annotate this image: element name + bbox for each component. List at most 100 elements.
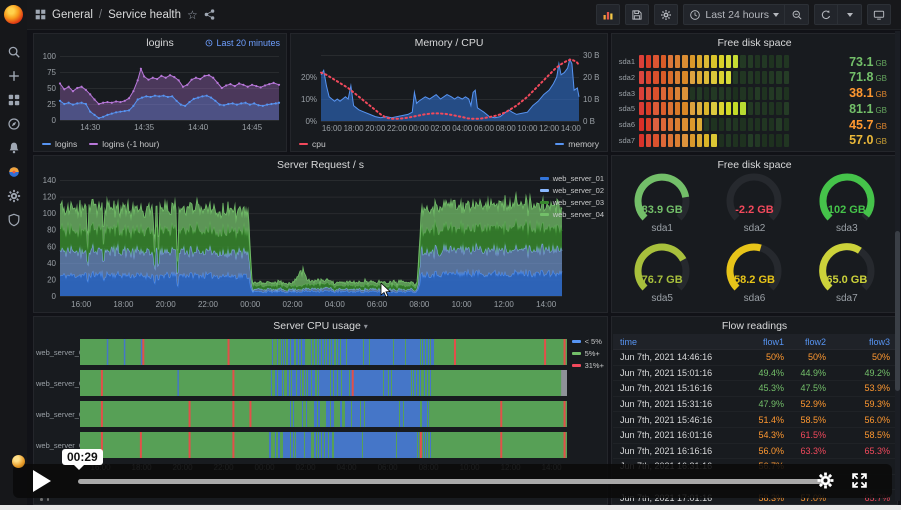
legend-item-logins (-1 hour)[interactable]: logins (-1 hour) — [89, 139, 159, 149]
cell-flow3: 58.5% — [864, 430, 890, 441]
legend-label: 5%+ — [584, 349, 600, 358]
refresh-button[interactable] — [814, 4, 838, 25]
cycle-view-button[interactable] — [867, 4, 891, 25]
memory-cpu-chart[interactable] — [295, 50, 605, 134]
timeline-row-label: web_server_01 — [36, 348, 88, 357]
breadcrumb-section[interactable]: General — [52, 9, 93, 21]
time-range-picker[interactable]: Last 24 hours — [683, 4, 785, 25]
legend-item-web_server_04[interactable]: web_server_04 — [539, 210, 604, 219]
disk-bar-cells[interactable] — [639, 70, 789, 84]
gauge-sda6[interactable]: 58.2 GB sda6 — [708, 243, 800, 313]
panel-title[interactable]: Memory / CPU — [291, 37, 607, 49]
panel-title[interactable]: Flow readings — [612, 320, 897, 332]
video-progress-bar[interactable] — [78, 479, 822, 484]
search-icon[interactable] — [6, 44, 21, 59]
cell-time: Jun 7th, 2021 15:16:16 — [620, 383, 713, 394]
server-admin-shield-icon[interactable] — [6, 212, 21, 227]
explore-compass-icon[interactable] — [6, 116, 21, 131]
share-icon[interactable] — [204, 9, 215, 20]
panel-title[interactable]: Free disk space — [612, 37, 897, 49]
legend-label: < 5% — [584, 337, 602, 346]
panel-title[interactable]: Server CPU usage ▾ — [34, 320, 607, 332]
disk-bar-value: 57.0 GB — [849, 133, 887, 148]
legend-item-web_server_03[interactable]: web_server_03 — [539, 198, 604, 207]
plugin-app-icon[interactable] — [6, 164, 21, 179]
disk-bar-label: sda2 — [618, 72, 635, 82]
disk-bar-cells[interactable] — [639, 55, 789, 68]
legend-label: web_server_03 — [552, 198, 604, 207]
configuration-gear-icon[interactable] — [6, 188, 21, 203]
legend-swatch — [571, 352, 581, 355]
scrollbar[interactable] — [895, 31, 900, 501]
gauge-sda2[interactable]: -2.2 GB sda2 — [708, 173, 800, 243]
refresh-controls — [814, 4, 862, 25]
gauge-sda3[interactable]: 102 GB sda3 — [801, 173, 893, 243]
time-range-label: Last 24 hours — [705, 8, 769, 21]
gauge-sda1[interactable]: 83.9 GB sda1 — [616, 173, 708, 243]
legend-label: web_server_01 — [552, 174, 604, 183]
panel-logins: logins Last 20 minutes logins logins (-1 … — [33, 33, 287, 152]
column-header-flow1[interactable]: flow1 — [726, 337, 784, 347]
disk-bar-cells[interactable] — [639, 86, 789, 100]
cell-flow1: 47.9% — [758, 399, 784, 410]
breadcrumb-page[interactable]: Service health — [108, 9, 181, 21]
disk-bar-cells[interactable] — [639, 102, 789, 116]
page-background-strip — [0, 505, 901, 510]
panel-memory-cpu: Memory / CPU cpu memory — [290, 33, 608, 152]
gauge-sda5[interactable]: 76.7 GB sda5 — [616, 243, 708, 313]
disk-bar-cells[interactable] — [639, 133, 789, 147]
nav-actions: Last 24 hours — [596, 4, 891, 25]
star-icon[interactable]: ☆ — [187, 8, 198, 22]
table-row: Jun 7th, 2021 15:31:16 47.9% 52.9% 59.3% — [613, 397, 896, 413]
play-button[interactable] — [33, 470, 51, 492]
legend-swatch — [539, 201, 549, 204]
save-dashboard-button[interactable] — [625, 4, 650, 25]
fullscreen-icon[interactable] — [851, 472, 868, 489]
gauge-label: sda3 — [835, 223, 858, 234]
panel-title[interactable]: Free disk space — [612, 159, 897, 171]
scrollbar-thumb[interactable] — [895, 231, 900, 391]
dashboard-settings-button[interactable] — [654, 4, 679, 25]
legend-item-31[interactable]: 31%+ — [571, 361, 604, 370]
legend-item-5[interactable]: < 5% — [571, 337, 604, 346]
column-header-time[interactable]: time — [613, 337, 726, 347]
panel-title[interactable]: Server Request / s — [34, 159, 607, 171]
disk-bar-row: sda6 45.7 GB — [616, 118, 893, 132]
legend-label: web_server_04 — [552, 210, 604, 219]
plus-icon[interactable] — [6, 68, 21, 83]
cpu-legend: cpu — [299, 139, 326, 149]
zoom-out-button[interactable] — [785, 4, 809, 25]
add-panel-button[interactable] — [596, 4, 621, 25]
legend-item-memory[interactable]: memory — [555, 139, 599, 149]
cell-flow1: 45.3% — [758, 383, 784, 394]
legend-item-cpu[interactable]: cpu — [299, 139, 326, 149]
dashboards-icon[interactable] — [6, 92, 21, 107]
refresh-interval-button[interactable] — [838, 4, 862, 25]
cpu-usage-timeline[interactable] — [80, 337, 567, 482]
gauge-value: 102 GB — [827, 204, 866, 216]
panel-time-range[interactable]: Last 20 minutes — [205, 38, 280, 48]
column-header-flow2[interactable]: flow2 — [784, 337, 826, 347]
cell-flow3: 49.2% — [864, 367, 890, 378]
table-row: Jun 7th, 2021 16:01:16 54.3% 61.5% 58.5% — [613, 428, 896, 444]
legend-swatch — [539, 177, 549, 180]
logins-chart[interactable] — [38, 51, 284, 133]
gauge-sda7[interactable]: 65.0 GB sda7 — [801, 243, 893, 313]
breadcrumb-separator: / — [98, 8, 103, 21]
legend-label: 31%+ — [584, 361, 604, 370]
legend-item-web_server_02[interactable]: web_server_02 — [539, 186, 604, 195]
column-header-flow3[interactable]: flow3 — [826, 337, 896, 347]
server-requests-chart[interactable] — [38, 174, 566, 310]
legend-item-web_server_01[interactable]: web_server_01 — [539, 174, 604, 183]
panel-menu-caret-icon[interactable]: ▾ — [364, 322, 368, 331]
legend-item-logins[interactable]: logins — [42, 139, 77, 149]
alerting-bell-icon[interactable] — [6, 140, 21, 155]
video-settings-gear-icon[interactable] — [817, 472, 834, 489]
disk-bar-cells[interactable] — [639, 118, 789, 132]
grafana-logo-icon[interactable] — [4, 5, 23, 24]
disk-bar-gauge: sda1 73.1 GB sda2 71.8 GB sda3 38.1 GB sda5 81.1 GB… — [616, 55, 893, 148]
disk-bar-label: sda7 — [618, 135, 635, 145]
cell-flow3: 53.9% — [864, 383, 890, 394]
video-frame[interactable]: General / Service health ☆ Last 24 hours… — [0, 0, 901, 505]
legend-item-5[interactable]: 5%+ — [571, 349, 604, 358]
